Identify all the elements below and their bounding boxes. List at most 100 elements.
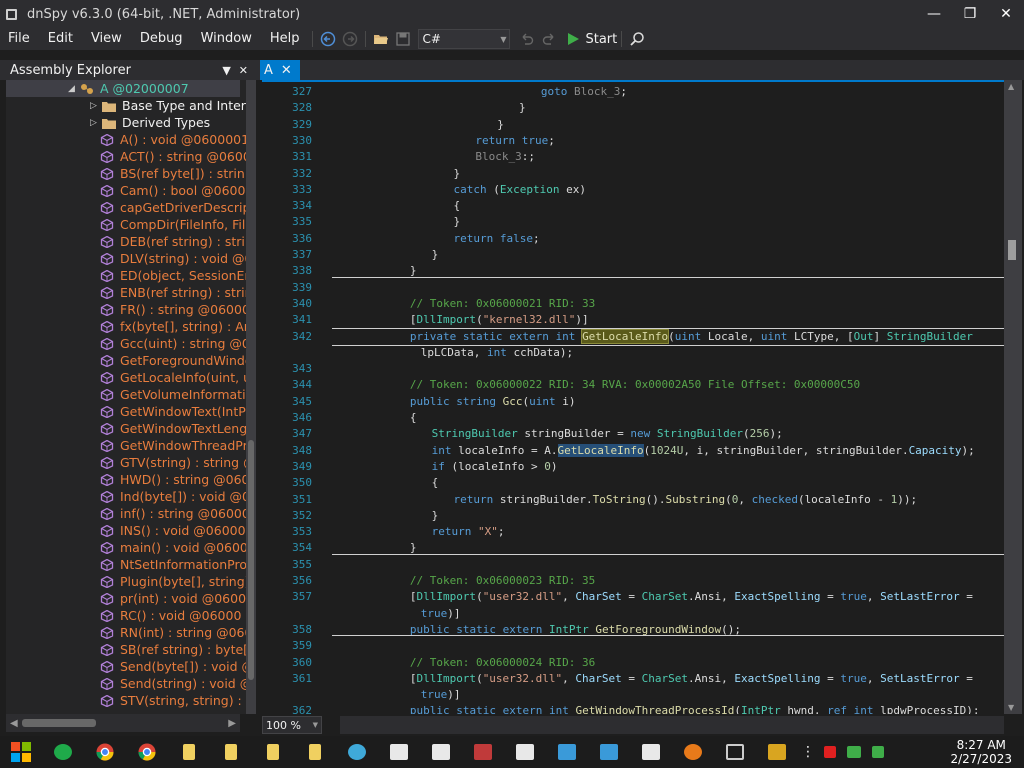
minimize-button[interactable]: —	[916, 0, 952, 28]
tree-item[interactable]: GetWindowTextLengt	[6, 420, 252, 437]
menu-file[interactable]: File	[0, 28, 39, 50]
archive-icon[interactable]	[378, 736, 420, 768]
tree-item[interactable]: pr(int) : void @06000	[6, 590, 254, 607]
chrome-icon[interactable]	[84, 736, 126, 768]
tree-item[interactable]: fx(byte[], string) : Ar	[6, 318, 249, 335]
tree-item[interactable]: GTV(string) : string @	[6, 454, 256, 471]
tree-item[interactable]: SB(ref string) : byte[	[6, 641, 248, 658]
tab-a[interactable]: A ✕	[260, 60, 300, 80]
tree-item[interactable]: INS() : void @06000	[6, 522, 246, 539]
tree-scroll-thumb[interactable]	[248, 440, 254, 680]
restore-button[interactable]: ❐	[952, 0, 988, 28]
edge-icon[interactable]	[336, 736, 378, 768]
expanded-arrow-icon[interactable]: ◢	[68, 84, 80, 94]
close-button[interactable]: ✕	[988, 0, 1024, 28]
tree-item[interactable]: Plugin(byte[], string)	[6, 573, 250, 590]
code-editor[interactable]: 327 goto Block_3; 328} 329} 330 return true; 3…	[262, 80, 1004, 714]
tree-item[interactable]: ED(object, SessionEn	[6, 267, 252, 284]
tree-item[interactable]: Gcc(uint) : string @06	[6, 335, 256, 352]
dropdown-icon[interactable]: ▼	[222, 64, 230, 77]
redo-icon[interactable]	[538, 28, 560, 50]
chrome-icon[interactable]	[126, 736, 168, 768]
scroll-up-icon[interactable]: ▲	[1008, 82, 1014, 91]
search-icon[interactable]	[626, 28, 648, 50]
file-icon[interactable]	[252, 736, 294, 768]
tree-item[interactable]: CompDir(FileInfo, File	[6, 216, 253, 233]
start-button[interactable]: Start	[566, 28, 617, 50]
tree-item[interactable]: Send(byte[]) : void @	[6, 658, 254, 675]
assembly-tree[interactable]: STV(string, string) : Send(string) : voi…	[6, 80, 256, 714]
menu-debug[interactable]: Debug	[131, 28, 192, 50]
tree-item[interactable]: ▷ Base Type and Interf	[6, 97, 250, 114]
language-select[interactable]: C# ▼	[418, 29, 511, 49]
file-icon[interactable]	[168, 736, 210, 768]
tree-item[interactable]: Cam() : bool @06000	[6, 182, 253, 199]
tree-item[interactable]: DEB(ref string) : strin	[6, 233, 253, 250]
save-icon[interactable]	[392, 28, 414, 50]
tree-item[interactable]: ◢ A @02000007	[6, 80, 240, 97]
dnspy-icon[interactable]	[588, 736, 630, 768]
file-icon[interactable]	[294, 736, 336, 768]
tree-item[interactable]: ▷ Derived Types	[6, 114, 210, 131]
flag-icon[interactable]	[818, 736, 842, 768]
close-panel-icon[interactable]: ✕	[239, 64, 248, 77]
start-menu-icon[interactable]	[0, 736, 42, 768]
editor-vertical-scrollbar[interactable]: ▲ ▼	[1004, 80, 1022, 714]
close-tab-icon[interactable]: ✕	[281, 63, 292, 78]
shield-icon[interactable]	[462, 736, 504, 768]
tree-item[interactable]: ACT() : string @0600	[6, 148, 251, 165]
more-icon[interactable]: ⋮	[798, 736, 818, 768]
archive-icon[interactable]	[420, 736, 462, 768]
menu-view[interactable]: View	[82, 28, 131, 50]
forward-icon[interactable]	[339, 28, 361, 50]
tree-item[interactable]: GetWindowThreadPro	[6, 437, 255, 454]
tree-item[interactable]: NtSetInformationProc	[6, 556, 254, 573]
scroll-left-icon[interactable]: ◀	[10, 718, 18, 729]
tree-item[interactable]: GetLocaleInfo(uint, ui	[6, 369, 254, 386]
tree-item[interactable]: BS(ref byte[]) : strin	[6, 165, 245, 182]
tree-item[interactable]: capGetDriverDescrip	[6, 199, 250, 216]
volume-icon[interactable]	[866, 736, 890, 768]
tree-item[interactable]: DLV(string) : void @0	[6, 250, 252, 267]
tree-item[interactable]: A() : void @0600001	[6, 131, 249, 148]
excel-icon[interactable]	[504, 736, 546, 768]
tree-hscroll-thumb[interactable]	[22, 719, 96, 727]
tree-item[interactable]: RC() : void @06000	[6, 607, 241, 624]
system-clock[interactable]: 8:27 AM 2/27/2023	[950, 738, 1012, 766]
collapsed-arrow-icon[interactable]: ▷	[90, 101, 102, 111]
tree-item[interactable]: GetVolumeInformation	[6, 386, 256, 403]
tree-item[interactable]: main() : void @06000	[6, 539, 256, 556]
scroll-right-icon[interactable]: ▶	[228, 718, 236, 729]
editor-horizontal-scrollbar[interactable]	[340, 716, 1004, 734]
open-folder-icon[interactable]	[370, 28, 392, 50]
tree-item[interactable]: RN(int) : string @060	[6, 624, 252, 641]
tree-item[interactable]: FR() : string @06000	[6, 301, 250, 318]
tree-item[interactable]: GetWindowText(IntPt	[6, 403, 251, 420]
archive-icon[interactable]	[630, 736, 672, 768]
menu-edit[interactable]: Edit	[39, 28, 82, 50]
tree-item[interactable]: GetForegroundWindo	[6, 352, 253, 369]
tree-item[interactable]: inf() : string @06000	[6, 505, 250, 522]
scroll-down-icon[interactable]: ▼	[1008, 703, 1014, 712]
menu-window[interactable]: Window	[192, 28, 261, 50]
network-icon[interactable]	[842, 736, 866, 768]
zoom-select[interactable]: 100 % ▼	[262, 716, 322, 734]
tree-item[interactable]: HWD() : string @060	[6, 471, 250, 488]
sheets-app-icon[interactable]	[42, 736, 84, 768]
menu-help[interactable]: Help	[261, 28, 309, 50]
tree-item[interactable]: STV(string, string) :	[6, 692, 242, 709]
dnspy-icon[interactable]	[546, 736, 588, 768]
tree-item[interactable]: ENB(ref string) : strin	[6, 284, 253, 301]
search-app-icon[interactable]	[672, 736, 714, 768]
tree-horizontal-scrollbar[interactable]: ◀ ▶	[6, 714, 240, 732]
tree-vertical-scrollbar[interactable]	[246, 80, 256, 714]
back-icon[interactable]	[317, 28, 339, 50]
task-view-icon[interactable]	[714, 736, 756, 768]
app-icon[interactable]	[756, 736, 798, 768]
collapsed-arrow-icon[interactable]: ▷	[90, 118, 102, 128]
undo-icon[interactable]	[516, 28, 538, 50]
tree-item[interactable]: Send(string) : void @	[6, 675, 252, 692]
editor-scroll-thumb[interactable]	[1008, 240, 1016, 260]
tree-item[interactable]: Ind(byte[]) : void @0	[6, 488, 250, 505]
file-icon[interactable]	[210, 736, 252, 768]
